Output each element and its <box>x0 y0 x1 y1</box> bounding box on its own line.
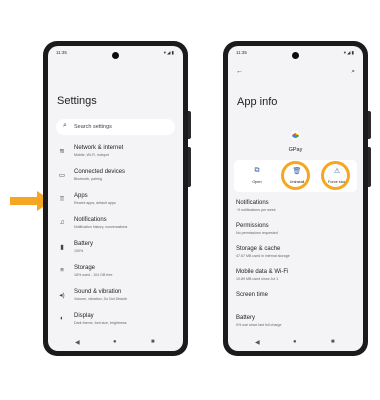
settings-item-subtitle: 100% <box>74 248 84 253</box>
app-info-screen: 11:35 ▾◢▮ ← ⌕ App info GPay ⧉ Open 🗑 Uni… <box>228 46 363 351</box>
settings-screen: 11:35 ▾◢▮ Settings ⌕ Search settings ≋ N… <box>48 46 183 351</box>
settings-item-sound[interactable]: ◂) Sound & vibration Volume, vibration, … <box>48 287 183 309</box>
gpay-app-icon <box>290 130 301 141</box>
front-camera <box>292 52 299 59</box>
phone-app-info: 11:35 ▾◢▮ ← ⌕ App info GPay ⧉ Open 🗑 Uni… <box>223 41 371 356</box>
apps-icon: ⠿ <box>59 196 65 203</box>
row-subtitle: 47.67 MB used in internal storage <box>236 254 290 258</box>
row-subtitle: ~0 notifications per week <box>236 208 276 212</box>
row-title: Notifications <box>236 200 269 206</box>
page-title: App info <box>237 96 278 108</box>
force-stop-highlight-ring <box>321 161 350 190</box>
volume-button <box>188 147 191 187</box>
settings-item-title: Storage <box>74 265 96 271</box>
row-title: Battery <box>236 315 256 321</box>
navigation-bar: ◀ ● ■ <box>48 338 183 348</box>
app-info-row-battery[interactable]: Battery 0% use since last full charge <box>228 313 363 335</box>
nav-back-button[interactable]: ◀ <box>75 339 80 346</box>
settings-item-title: Battery <box>74 241 94 247</box>
settings-item-battery[interactable]: ▮ Battery 100% <box>48 239 183 261</box>
front-camera <box>112 52 119 59</box>
settings-item-connected-devices[interactable]: ▭ Connected devices Bluetooth, pairing <box>48 167 183 189</box>
back-arrow-icon[interactable]: ← <box>236 68 243 75</box>
settings-item-title: Network & internet <box>74 145 124 151</box>
app-info-row-mobile-data[interactable]: Mobile data & Wi-Fi 10.89 MB used since … <box>228 267 363 289</box>
settings-item-subtitle: Recent apps, default apps <box>74 200 116 205</box>
display-icon: ◐ <box>60 315 64 322</box>
battery-icon: ▮ <box>60 244 64 251</box>
phone-settings: 11:35 ▾◢▮ Settings ⌕ Search settings ≋ N… <box>43 41 191 356</box>
settings-item-network[interactable]: ≋ Network & internet Mobile, Wi-Fi, hots… <box>48 143 183 165</box>
open-icon: ⧉ <box>254 167 260 174</box>
app-info-row-permissions[interactable]: Permissions No permissions requested <box>228 221 363 243</box>
settings-item-title: Display <box>74 313 94 319</box>
power-button <box>368 111 371 139</box>
navigation-bar: ◀ ● ■ <box>228 338 363 348</box>
app-info-row-storage[interactable]: Storage & cache 47.67 MB used in interna… <box>228 244 363 266</box>
status-time: 11:35 <box>236 50 247 55</box>
page-title: Settings <box>57 95 97 107</box>
settings-item-storage[interactable]: ≡ Storage 18% used - 104 GB free <box>48 263 183 285</box>
nav-back-button[interactable]: ◀ <box>255 339 260 346</box>
settings-item-title: Connected devices <box>74 169 126 175</box>
settings-item-title: Notifications <box>74 217 107 223</box>
settings-item-subtitle: Dark theme, font size, brightness <box>74 320 127 325</box>
search-icon: ⌕ <box>63 122 67 129</box>
open-label: Open <box>252 180 262 184</box>
nav-recents-button[interactable]: ■ <box>331 339 335 345</box>
settings-item-subtitle: Volume, vibration, Do Not Disturb <box>74 296 128 301</box>
row-subtitle: No permissions requested <box>236 231 278 235</box>
power-button <box>188 111 191 139</box>
devices-icon: ▭ <box>58 172 66 179</box>
settings-item-title: Sound & vibration <box>74 289 122 295</box>
volume-icon: ◂) <box>59 292 65 299</box>
wifi-icon: ≋ <box>59 148 65 155</box>
status-icons: ▾◢▮ <box>343 50 355 55</box>
settings-item-subtitle: Mobile, Wi-Fi, hotspot <box>74 152 109 157</box>
app-name: GPay <box>288 147 303 153</box>
nav-home-button[interactable]: ● <box>293 339 297 345</box>
nav-home-button[interactable]: ● <box>113 339 117 345</box>
arrow-shaft <box>10 197 38 205</box>
app-info-row-notifications[interactable]: Notifications ~0 notifications per week <box>228 198 363 220</box>
search-icon[interactable]: ⌕ <box>351 68 355 76</box>
row-title: Permissions <box>236 223 269 229</box>
row-title: Screen time <box>236 292 269 298</box>
settings-item-notifications[interactable]: ♫ Notifications Notification history, co… <box>48 215 183 237</box>
settings-item-apps[interactable]: ⠿ Apps Recent apps, default apps <box>48 191 183 213</box>
status-time: 11:35 <box>56 50 67 55</box>
settings-item-subtitle: Bluetooth, pairing <box>74 176 102 181</box>
search-settings-bar[interactable]: ⌕ Search settings <box>56 119 175 135</box>
settings-item-subtitle: 18% used - 104 GB free <box>74 272 113 277</box>
settings-item-title: Apps <box>74 193 88 199</box>
row-subtitle: 10.89 MB used since Jul 1 <box>236 277 279 281</box>
row-subtitle: 0% use since last full charge <box>236 323 282 327</box>
uninstall-highlight-ring <box>281 161 310 190</box>
storage-icon: ≡ <box>60 267 64 274</box>
open-button[interactable]: ⧉ Open <box>237 160 277 192</box>
app-info-row-screen-time[interactable]: Screen time <box>228 290 363 312</box>
row-title: Storage & cache <box>236 246 281 252</box>
status-icons: ▾◢▮ <box>163 50 175 55</box>
search-placeholder: Search settings <box>74 123 112 130</box>
settings-item-subtitle: Notification history, conversations <box>74 224 128 229</box>
settings-item-display[interactable]: ◐ Display Dark theme, font size, brightn… <box>48 311 183 333</box>
app-actions-card: ⧉ Open 🗑 Uninstall ⚠ Force stop <box>234 160 357 192</box>
bell-icon: ♫ <box>59 219 65 226</box>
volume-button <box>368 147 371 187</box>
row-title: Mobile data & Wi-Fi <box>236 269 289 275</box>
nav-recents-button[interactable]: ■ <box>151 339 155 345</box>
